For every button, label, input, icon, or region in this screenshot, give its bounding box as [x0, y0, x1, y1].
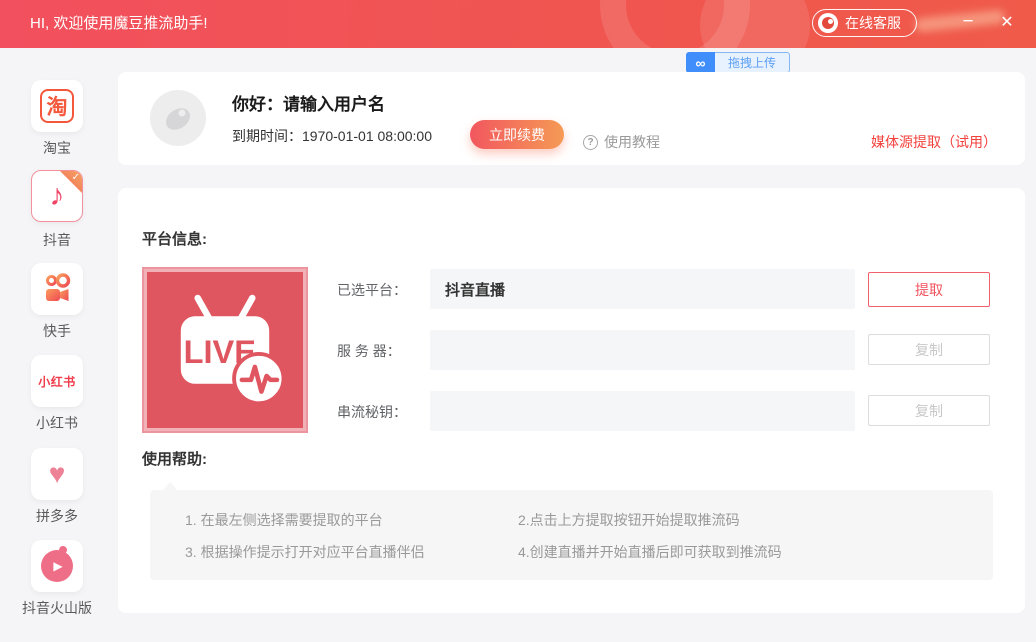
- help-box: 1. 在最左侧选择需要提取的平台 2.点击上方提取按钮开始提取推流码 3. 根据…: [150, 490, 993, 580]
- kuaishou-icon: [39, 271, 75, 307]
- sidebar-label-douyin: 抖音: [0, 230, 114, 250]
- help-item-2: 2.点击上方提取按钮开始提取推流码: [518, 510, 740, 530]
- titlebar-swirl-decoration: [700, 0, 810, 48]
- minimize-button[interactable]: −: [955, 9, 981, 37]
- extract-button[interactable]: 提取: [868, 272, 990, 307]
- sidebar-label-xiaohongshu: 小红书: [0, 413, 114, 433]
- sidebar-label-huoshan: 抖音火山版: [0, 598, 114, 618]
- question-icon: ?: [583, 135, 598, 150]
- expire-time-text: 到期时间：1970-01-01 08:00:00: [232, 126, 432, 146]
- sidebar-label-kuaishou: 快手: [0, 321, 114, 341]
- drag-upload-label: 拖拽上传: [715, 52, 790, 73]
- drag-upload-badge[interactable]: ∞ 拖拽上传: [686, 52, 790, 73]
- help-title: 使用帮助:: [142, 448, 207, 469]
- live-platform-image: LIVE: [142, 267, 308, 433]
- user-card: 你好：请输入用户名 到期时间：1970-01-01 08:00:00 立即续费 …: [118, 72, 1025, 165]
- platform-panel: 平台信息: LIVE 已选平台： 提取 服 务 器： 复制 串流秘钥： 复制 使…: [118, 188, 1025, 613]
- help-item-3: 3. 根据操作提示打开对应平台直播伴侣: [185, 542, 425, 562]
- sidebar-item-douyin[interactable]: ♪ ✓: [31, 170, 83, 222]
- sidebar-item-pinduoduo[interactable]: ♥: [31, 448, 83, 500]
- help-box-notch: [163, 482, 177, 490]
- sidebar-item-kuaishou[interactable]: [31, 263, 83, 315]
- sidebar-label-pinduoduo: 拼多多: [0, 506, 114, 526]
- tutorial-link[interactable]: ? 使用教程: [583, 132, 660, 152]
- play-icon: ▶: [53, 559, 62, 573]
- sidebar-item-huoshan[interactable]: ▶: [31, 540, 83, 592]
- app-window: HI, 欢迎使用魔豆推流助手! 在线客服 − ✕ ∞ 拖拽上传 淘 淘宝 ♪ ✓…: [0, 0, 1036, 642]
- greeting-text: 你好：请输入用户名: [232, 90, 385, 115]
- sidebar-label-taobao: 淘宝: [0, 138, 114, 158]
- sidebar-item-taobao[interactable]: 淘: [31, 80, 83, 132]
- live-tv-icon: LIVE: [160, 285, 290, 415]
- online-service-button[interactable]: 在线客服: [812, 9, 917, 37]
- taobao-icon: 淘: [40, 89, 74, 123]
- online-service-label: 在线客服: [845, 13, 901, 33]
- selected-platform-label: 已选平台：: [337, 280, 432, 300]
- help-item-1: 1. 在最左侧选择需要提取的平台: [185, 510, 383, 530]
- help-item-4: 4.创建直播并开始直播后即可获取到推流码: [518, 542, 782, 562]
- stream-key-label: 串流秘钥：: [337, 402, 432, 422]
- douyin-icon: ♪: [50, 181, 65, 211]
- avatar: [150, 90, 206, 146]
- copy-stream-key-button[interactable]: 复制: [868, 395, 990, 426]
- huoshan-icon: ▶: [41, 550, 73, 582]
- titlebar: HI, 欢迎使用魔豆推流助手! 在线客服 − ✕: [0, 0, 1036, 48]
- close-button[interactable]: ✕: [994, 9, 1020, 37]
- window-title: HI, 欢迎使用魔豆推流助手!: [30, 0, 208, 48]
- xiaohongshu-icon: 小红书: [38, 373, 76, 390]
- bean-logo-icon: [158, 98, 198, 138]
- stream-key-input[interactable]: [430, 391, 855, 431]
- sidebar-item-xiaohongshu[interactable]: 小红书: [31, 355, 83, 407]
- copy-server-button[interactable]: 复制: [868, 334, 990, 365]
- selected-platform-input[interactable]: [430, 269, 855, 309]
- pinduoduo-icon: ♥: [49, 460, 66, 488]
- server-label: 服 务 器：: [337, 341, 432, 361]
- media-source-extract-link[interactable]: 媒体源提取（试用）: [871, 132, 997, 152]
- service-bean-icon: [818, 13, 838, 33]
- platform-info-title: 平台信息:: [142, 228, 207, 249]
- netdisk-icon: ∞: [686, 52, 715, 73]
- server-input[interactable]: [430, 330, 855, 370]
- tutorial-label: 使用教程: [604, 132, 660, 152]
- check-icon: ✓: [72, 172, 80, 183]
- renew-button[interactable]: 立即续费: [470, 120, 564, 149]
